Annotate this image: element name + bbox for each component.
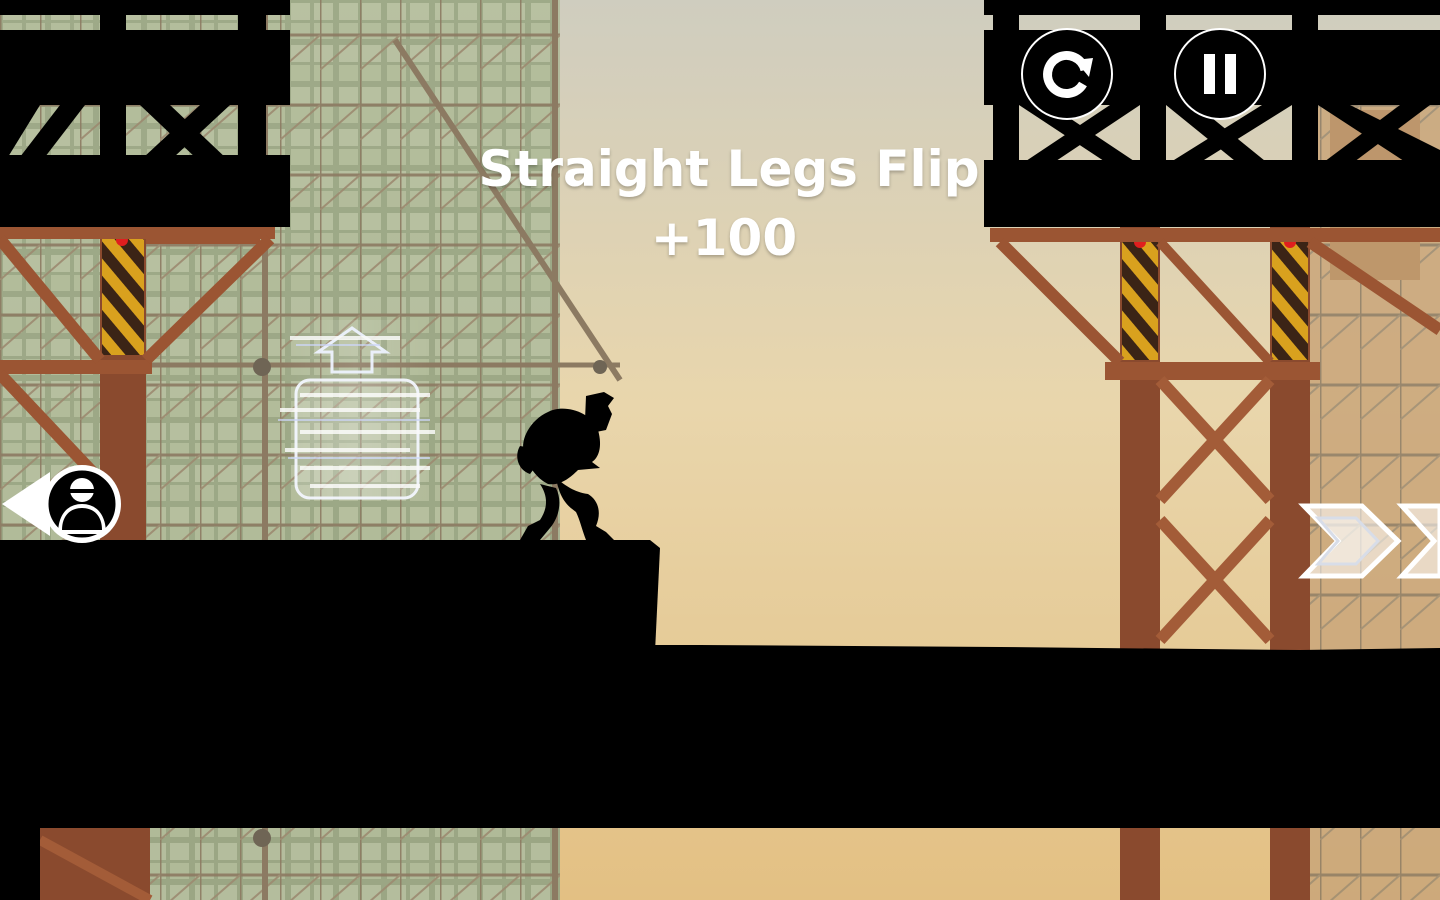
restart-icon: [1043, 51, 1093, 98]
trick-points-label: +100: [650, 209, 798, 267]
hunter-indicator: [2, 465, 121, 543]
trick-name-label: Straight Legs Flip: [478, 140, 980, 198]
pause-button[interactable]: [1174, 28, 1266, 120]
boost-pickup: [278, 320, 435, 500]
pause-icon: [1204, 54, 1236, 94]
construction-site-scene: [0, 0, 1440, 900]
forward-chevrons-icon: [1298, 503, 1440, 579]
game-screen: Straight Legs Flip +100: [0, 0, 1440, 900]
restart-button[interactable]: [1021, 28, 1113, 120]
